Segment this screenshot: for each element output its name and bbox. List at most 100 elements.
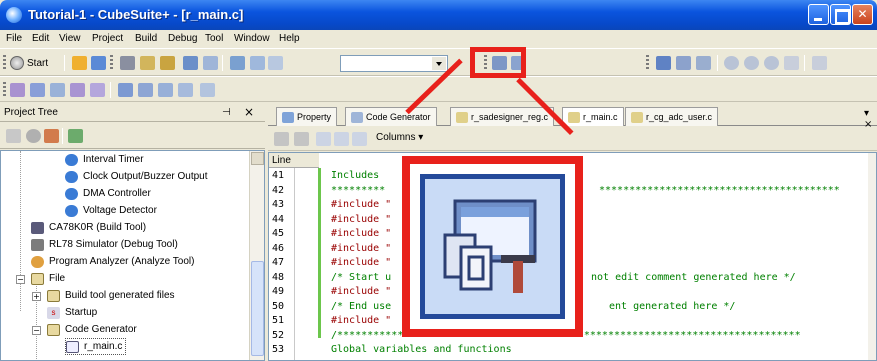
toolbar-grip[interactable] bbox=[110, 55, 113, 71]
save-icon[interactable] bbox=[91, 56, 106, 70]
scroll-up-icon[interactable] bbox=[251, 152, 264, 165]
collapse-icon[interactable]: − bbox=[16, 275, 25, 284]
find-next-icon[interactable] bbox=[250, 56, 265, 70]
tree-item[interactable]: Program Analyzer (Analyze Tool) bbox=[31, 253, 194, 270]
c-file-icon bbox=[66, 340, 79, 353]
replace-icon[interactable] bbox=[268, 56, 283, 70]
tree-item[interactable]: Clock Output/Buzzer Output bbox=[65, 168, 208, 185]
jump-icon[interactable] bbox=[316, 132, 331, 146]
refresh-icon[interactable] bbox=[68, 129, 83, 143]
close-icon: ✕ bbox=[857, 7, 868, 21]
code-text: /* End use bbox=[331, 300, 392, 312]
tab-r-cg-adc-user[interactable]: r_cg_adc_user.c bbox=[625, 107, 719, 126]
toolbar-grip[interactable] bbox=[3, 55, 6, 71]
panel-icon[interactable] bbox=[50, 83, 65, 97]
go-icon[interactable] bbox=[744, 56, 759, 70]
forward-icon[interactable] bbox=[334, 132, 349, 146]
download-icon[interactable] bbox=[656, 56, 671, 70]
menu-help[interactable]: Help bbox=[279, 33, 300, 44]
run-icon[interactable] bbox=[764, 56, 779, 70]
project-tree-title: Project Tree bbox=[4, 107, 58, 118]
peripheral-icon bbox=[65, 187, 78, 200]
close-button[interactable]: ✕ bbox=[852, 4, 873, 25]
find-icon[interactable] bbox=[230, 56, 245, 70]
code-scrollbar[interactable] bbox=[868, 153, 876, 360]
toolbar-grip[interactable] bbox=[3, 82, 6, 98]
tree-guide bbox=[20, 151, 21, 311]
tab-property[interactable]: Property bbox=[276, 107, 338, 126]
menu-debug[interactable]: Debug bbox=[168, 33, 197, 44]
window-icon[interactable] bbox=[158, 83, 173, 97]
undo-icon[interactable] bbox=[183, 56, 198, 70]
line-number: 50 bbox=[272, 300, 285, 312]
window-icon[interactable] bbox=[118, 83, 133, 97]
user-icon[interactable] bbox=[44, 129, 59, 143]
copy-icon[interactable] bbox=[140, 56, 155, 70]
maximize-button[interactable] bbox=[830, 4, 851, 25]
tree-item-label: RL78 Simulator (Debug Tool) bbox=[49, 239, 178, 250]
window-icon[interactable] bbox=[138, 83, 153, 97]
panel-icon[interactable] bbox=[30, 83, 45, 97]
window-icon[interactable] bbox=[178, 83, 193, 97]
open-icon[interactable] bbox=[72, 56, 87, 70]
tree-item[interactable]: RL78 Simulator (Debug Tool) bbox=[31, 236, 178, 253]
code-text: /* Start u bbox=[331, 271, 392, 283]
menu-project[interactable]: Project bbox=[92, 33, 123, 44]
tab-r-sadesigner-reg[interactable]: r_sadesigner_reg.c bbox=[450, 107, 555, 126]
toolbar-grip[interactable] bbox=[646, 55, 649, 71]
search-combo[interactable] bbox=[340, 55, 448, 72]
menu-file[interactable]: File bbox=[6, 33, 22, 44]
window-icon[interactable] bbox=[200, 83, 215, 97]
stop-icon[interactable] bbox=[724, 56, 739, 70]
tree-scrollbar[interactable] bbox=[249, 151, 264, 360]
collapse-icon[interactable]: − bbox=[32, 326, 41, 335]
menu-build[interactable]: Build bbox=[135, 33, 157, 44]
pin-icon[interactable]: ⊣ bbox=[222, 107, 231, 118]
code-line[interactable]: 53 Global variables and functions bbox=[269, 344, 876, 356]
sort-icon[interactable] bbox=[6, 129, 21, 143]
build-download-icon[interactable] bbox=[676, 56, 691, 70]
tree-item[interactable]: s Startup bbox=[47, 304, 97, 321]
step-over-icon[interactable] bbox=[812, 56, 827, 70]
menu-window[interactable]: Window bbox=[234, 33, 270, 44]
line-header-label: Line bbox=[272, 155, 291, 166]
panel-icon[interactable] bbox=[70, 83, 85, 97]
tree-item[interactable]: DMA Controller bbox=[65, 185, 151, 202]
chevron-down-icon[interactable] bbox=[432, 57, 446, 70]
columns-dropdown[interactable]: Columns ▾ bbox=[376, 132, 423, 143]
tree-item-selected[interactable]: r_main.c bbox=[65, 338, 127, 355]
menu-tool[interactable]: Tool bbox=[205, 33, 223, 44]
tree-item[interactable]: Code Generator bbox=[47, 321, 137, 338]
tab-r-main[interactable]: r_main.c bbox=[562, 107, 624, 126]
property-icon bbox=[282, 111, 294, 123]
back-icon[interactable] bbox=[352, 132, 367, 146]
tree-item[interactable]: Interval Timer bbox=[65, 151, 144, 168]
tree-item[interactable]: CA78K0R (Build Tool) bbox=[31, 219, 146, 236]
line-number: 46 bbox=[272, 242, 285, 254]
tree-item[interactable]: Voltage Detector bbox=[65, 202, 157, 219]
menu-view[interactable]: View bbox=[59, 33, 81, 44]
panel-icon[interactable] bbox=[10, 83, 25, 97]
expand-icon[interactable]: + bbox=[32, 292, 41, 301]
bookmark-icon[interactable] bbox=[274, 132, 289, 146]
code-text-continued: **************************************** bbox=[599, 184, 840, 196]
menu-edit[interactable]: Edit bbox=[32, 33, 49, 44]
tab-label: r_main.c bbox=[583, 112, 618, 122]
redo-icon[interactable] bbox=[203, 56, 218, 70]
tree-item[interactable]: File bbox=[31, 270, 65, 287]
close-icon[interactable]: × bbox=[244, 105, 254, 119]
gear-icon[interactable] bbox=[26, 129, 41, 143]
callout-zoom bbox=[402, 156, 583, 337]
tab-code-generator[interactable]: Code Generator bbox=[345, 107, 437, 126]
scroll-thumb[interactable] bbox=[251, 261, 264, 356]
tree-item[interactable]: Build tool generated files bbox=[47, 287, 175, 304]
panel-icon[interactable] bbox=[90, 83, 105, 97]
bookmark-next-icon[interactable] bbox=[294, 132, 309, 146]
cut-icon[interactable] bbox=[120, 56, 135, 70]
minimize-button[interactable] bbox=[808, 4, 829, 25]
reset-icon[interactable] bbox=[696, 56, 711, 70]
paste-icon[interactable] bbox=[160, 56, 175, 70]
window-title: Tutorial-1 - CubeSuite+ - [r_main.c] bbox=[28, 7, 244, 22]
step-back-icon[interactable] bbox=[784, 56, 799, 70]
start-button[interactable]: Start bbox=[10, 54, 48, 72]
